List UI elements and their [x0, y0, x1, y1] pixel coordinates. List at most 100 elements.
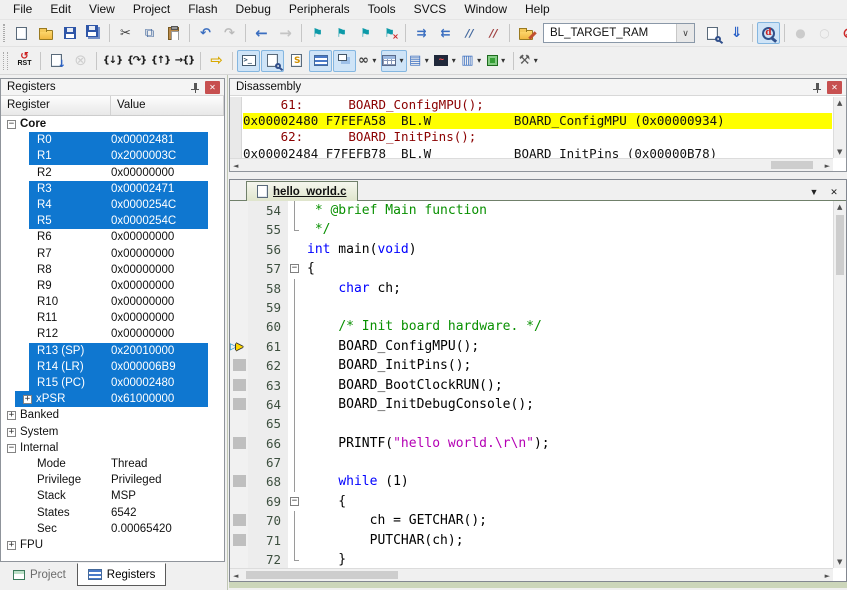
show-next-statement-button[interactable]: ⇨ [205, 50, 228, 72]
breakpoint-margin[interactable] [230, 531, 248, 550]
register-row-states[interactable]: States6542 [1, 505, 224, 521]
expand-icon[interactable]: + [7, 541, 16, 550]
register-row-xpsr[interactable]: +xPSR0x61000000 [1, 391, 224, 407]
indent-button[interactable]: ⇉ [410, 22, 433, 44]
save-all-button[interactable] [82, 22, 105, 44]
breakpoint-margin[interactable] [230, 434, 248, 453]
register-row-r14-lr[interactable]: R14 (LR)0x000006B9 [1, 359, 224, 375]
disassembly-gutter[interactable] [230, 97, 242, 158]
scrollbar-thumb[interactable] [836, 215, 844, 275]
code-text[interactable]: */ [301, 220, 833, 239]
callstack-window-button[interactable] [333, 50, 356, 72]
symbols-window-button[interactable]: S [285, 50, 308, 72]
undo-button[interactable]: ↶ [194, 22, 217, 44]
breakpoint-margin[interactable] [230, 414, 248, 433]
navigate-back-button[interactable]: ← [250, 22, 273, 44]
menu-item-view[interactable]: View [80, 0, 124, 19]
code-text[interactable]: ch = GETCHAR(); [301, 511, 833, 530]
tab-hello-world-c[interactable]: hello_world.c [246, 181, 358, 201]
fold-collapse-icon[interactable]: − [290, 264, 299, 273]
breakpoint-margin[interactable] [230, 279, 248, 298]
breakpoint-margin[interactable] [230, 356, 248, 375]
register-row-stack[interactable]: StackMSP [1, 488, 224, 504]
run-to-cursor-button[interactable]: →{} [173, 50, 196, 72]
system-viewer-button[interactable]: ▾ [486, 50, 509, 72]
code-text[interactable]: /* Init board hardware. */ [301, 317, 833, 336]
register-row-privilege[interactable]: PrivilegePrivileged [1, 472, 224, 488]
register-row-r7[interactable]: R70x00000000 [1, 246, 224, 262]
editor-vscrollbar[interactable]: ▲ ▼ [833, 201, 846, 568]
paste-button[interactable] [162, 22, 185, 44]
kill-breakpoints-button[interactable]: ⊘ [837, 22, 847, 44]
register-row-banked[interactable]: +Banked [1, 407, 224, 423]
scroll-left-icon[interactable]: ◄ [233, 162, 238, 170]
save-button[interactable] [58, 22, 81, 44]
command-window-button[interactable]: >_ [237, 50, 260, 72]
target-select-dropdown-icon[interactable]: ∨ [676, 24, 694, 42]
code-text[interactable]: PRINTF("hello world.\r\n"); [301, 434, 833, 453]
debug-session-button[interactable]: d [757, 22, 780, 44]
trace-windows-button[interactable]: ▥▾ [460, 50, 484, 72]
scroll-left-icon[interactable]: ◄ [233, 572, 238, 580]
options-for-target-button[interactable] [514, 22, 537, 44]
run-button[interactable]: ↓ [45, 50, 68, 72]
dock-tab-registers[interactable]: Registers [77, 563, 167, 586]
breakpoint-margin[interactable] [230, 220, 248, 239]
breakpoint-margin[interactable] [230, 472, 248, 491]
clear-bookmarks-button[interactable]: ⚑× [378, 22, 401, 44]
register-row-r15-pc[interactable]: R15 (PC)0x00002480 [1, 375, 224, 391]
find-in-files-button[interactable] [701, 22, 724, 44]
reset-button[interactable]: ↺RST [13, 50, 36, 72]
code-text[interactable]: BOARD_InitPins(); [301, 356, 833, 375]
menu-item-flash[interactable]: Flash [179, 0, 226, 19]
register-row-core[interactable]: −Core [1, 116, 224, 132]
memory-windows-button[interactable]: ▾ [381, 50, 407, 72]
dock-tab-project[interactable]: Project [2, 563, 77, 586]
target-select[interactable]: BL_TARGET_RAM∨ [543, 23, 695, 43]
watch-windows-button[interactable]: ∞▾ [357, 50, 380, 72]
step-button[interactable]: {↓} [101, 50, 124, 72]
uncomment-button[interactable]: // [482, 22, 505, 44]
collapse-icon[interactable]: − [7, 444, 16, 453]
register-row-r3[interactable]: R30x00002471 [1, 181, 224, 197]
dropdown-arrow-icon[interactable]: ▾ [499, 56, 508, 65]
disassembly-line-3[interactable]: 0x00002484 F7FEFB78 BL.W BOARD_InitPins … [243, 146, 832, 158]
register-row-r13-sp[interactable]: R13 (SP)0x20010000 [1, 343, 224, 359]
scrollbar-thumb[interactable] [771, 161, 813, 169]
register-row-r1[interactable]: R10x2000003C [1, 148, 224, 164]
fold-collapse-icon[interactable]: − [290, 497, 299, 506]
unindent-button[interactable]: ⇇ [434, 22, 457, 44]
dropdown-arrow-icon[interactable]: ▾ [370, 56, 379, 65]
analysis-windows-button[interactable]: ~▾ [433, 50, 459, 72]
scroll-down-icon[interactable]: ▼ [837, 148, 842, 156]
code-text[interactable]: } [301, 550, 833, 568]
breakpoint-margin[interactable] [230, 453, 248, 472]
menu-item-svcs[interactable]: SVCS [405, 0, 456, 19]
toggle-bookmark-button[interactable]: ⚑ [306, 22, 329, 44]
dropdown-arrow-icon[interactable]: ▾ [531, 56, 540, 65]
register-row-internal[interactable]: −Internal [1, 440, 224, 456]
code-text[interactable]: BOARD_ConfigMPU(); [301, 337, 833, 356]
new-file-button[interactable] [10, 22, 33, 44]
breakpoint-margin[interactable] [230, 201, 248, 220]
registers-window-button[interactable] [309, 50, 332, 72]
step-out-button[interactable]: {↑} [149, 50, 172, 72]
register-row-sec[interactable]: Sec0.00065420 [1, 521, 224, 537]
comment-button[interactable]: // [458, 22, 481, 44]
copy-button[interactable]: ⧉ [138, 22, 161, 44]
code-text[interactable]: * @brief Main function [301, 201, 833, 220]
register-row-fpu[interactable]: +FPU [1, 537, 224, 553]
expand-icon[interactable]: + [7, 411, 16, 420]
toolbox-button[interactable]: ⚒▾ [518, 50, 542, 72]
register-row-r4[interactable]: R40x0000254C [1, 197, 224, 213]
scroll-up-icon[interactable]: ▲ [837, 99, 842, 107]
register-row-mode[interactable]: ModeThread [1, 456, 224, 472]
breakpoint-margin[interactable]: ▷▶ [230, 337, 248, 356]
disassembly-window-button[interactable] [261, 50, 284, 72]
code-text[interactable]: int main(void) [301, 240, 833, 259]
close-icon[interactable]: ✕ [827, 81, 842, 94]
code-text[interactable]: { [301, 259, 833, 278]
scroll-down-icon[interactable]: ▼ [837, 558, 842, 566]
breakpoint-margin[interactable] [230, 395, 248, 414]
scroll-right-icon[interactable]: ► [825, 572, 830, 580]
